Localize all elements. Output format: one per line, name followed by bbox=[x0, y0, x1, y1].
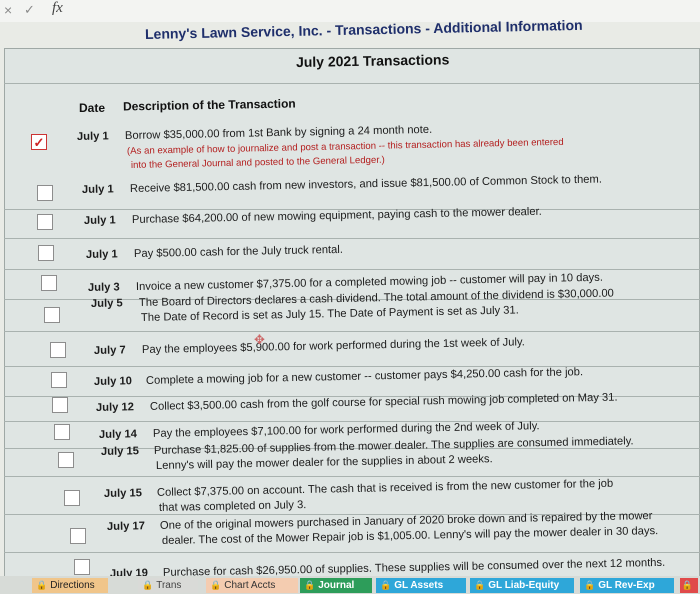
row-date: July 1 bbox=[81, 183, 114, 196]
lock-icon: 🔒 bbox=[681, 580, 694, 590]
example-checkbox[interactable]: ✓ bbox=[31, 134, 47, 150]
tab-chart-accts[interactable]: 🔒 Chart Accts bbox=[206, 578, 298, 593]
transaction-checkbox[interactable] bbox=[51, 372, 67, 388]
cursor-icon: ✥ bbox=[254, 332, 265, 347]
transaction-checkbox[interactable] bbox=[70, 528, 86, 544]
checkmark-icon: ✓ bbox=[33, 134, 45, 150]
row-date: July 5 bbox=[90, 297, 123, 310]
row-divider bbox=[4, 331, 700, 332]
row-divider bbox=[4, 476, 700, 477]
enter-icon[interactable]: ✓ bbox=[24, 2, 35, 18]
cancel-icon[interactable]: × bbox=[4, 2, 12, 18]
transaction-checkbox[interactable] bbox=[58, 452, 74, 468]
tab-journal[interactable]: 🔒 Journal bbox=[300, 578, 372, 593]
column-header-date: Date bbox=[79, 101, 106, 115]
row-date: July 3 bbox=[87, 281, 120, 294]
transaction-checkbox[interactable] bbox=[64, 490, 80, 506]
row-date: July 15 bbox=[103, 487, 143, 500]
section-title: July 2021 Transactions bbox=[295, 51, 450, 70]
row-divider bbox=[4, 421, 700, 422]
transaction-checkbox[interactable] bbox=[41, 275, 57, 291]
tab-lock-end[interactable]: 🔒 bbox=[680, 578, 698, 593]
lock-icon: 🔒 bbox=[36, 580, 48, 590]
divider bbox=[4, 83, 700, 84]
row-date: July 1 bbox=[76, 130, 109, 143]
transaction-checkbox[interactable] bbox=[44, 307, 60, 323]
row-date: July 10 bbox=[93, 375, 133, 388]
tab-trans[interactable]: 🔒 Trans bbox=[138, 578, 198, 593]
row-date: July 15 bbox=[100, 445, 140, 458]
lock-icon: 🔒 bbox=[584, 580, 596, 590]
lock-icon: 🔒 bbox=[210, 580, 222, 590]
transaction-checkbox[interactable] bbox=[38, 245, 54, 261]
transaction-checkbox[interactable] bbox=[74, 559, 90, 575]
formula-bar: × ✓ fx bbox=[0, 0, 700, 22]
tab-gl-rev-exp[interactable]: 🔒 GL Rev-Exp bbox=[580, 578, 674, 593]
row-divider bbox=[4, 269, 700, 270]
row-divider bbox=[4, 552, 700, 553]
row-divider bbox=[4, 238, 700, 239]
transaction-checkbox[interactable] bbox=[37, 214, 53, 230]
transaction-checkbox[interactable] bbox=[52, 397, 68, 413]
lock-icon: 🔒 bbox=[380, 580, 392, 590]
lock-icon: 🔒 bbox=[304, 580, 316, 590]
sheet-header: Lenny's Lawn Service, Inc. - Transaction… bbox=[0, 16, 700, 46]
transaction-checkbox[interactable] bbox=[54, 424, 70, 440]
tab-directions[interactable]: 🔒 Directions bbox=[32, 578, 108, 593]
row-date: July 12 bbox=[95, 401, 135, 414]
row-date: July 1 bbox=[85, 248, 118, 261]
tab-gl-assets[interactable]: 🔒 GL Assets bbox=[376, 578, 466, 593]
transaction-checkbox[interactable] bbox=[37, 185, 53, 201]
page-title: Lenny's Lawn Service, Inc. - Transaction… bbox=[144, 16, 583, 42]
lock-icon: 🔒 bbox=[474, 580, 486, 590]
row-date: July 17 bbox=[106, 520, 146, 533]
tab-gl-liab-equity[interactable]: 🔒 GL Liab-Equity bbox=[470, 578, 574, 593]
row-divider bbox=[4, 366, 700, 367]
row-date: July 14 bbox=[98, 428, 138, 441]
lock-icon: 🔒 bbox=[142, 580, 154, 590]
transaction-checkbox[interactable] bbox=[50, 342, 66, 358]
sheet-tabs: 🔒 Directions 🔒 Trans 🔒 Chart Accts 🔒 Journal… bbox=[0, 576, 700, 594]
function-icon[interactable]: fx bbox=[52, 0, 63, 17]
row-date: July 7 bbox=[93, 344, 126, 357]
row-date: July 1 bbox=[83, 214, 116, 227]
